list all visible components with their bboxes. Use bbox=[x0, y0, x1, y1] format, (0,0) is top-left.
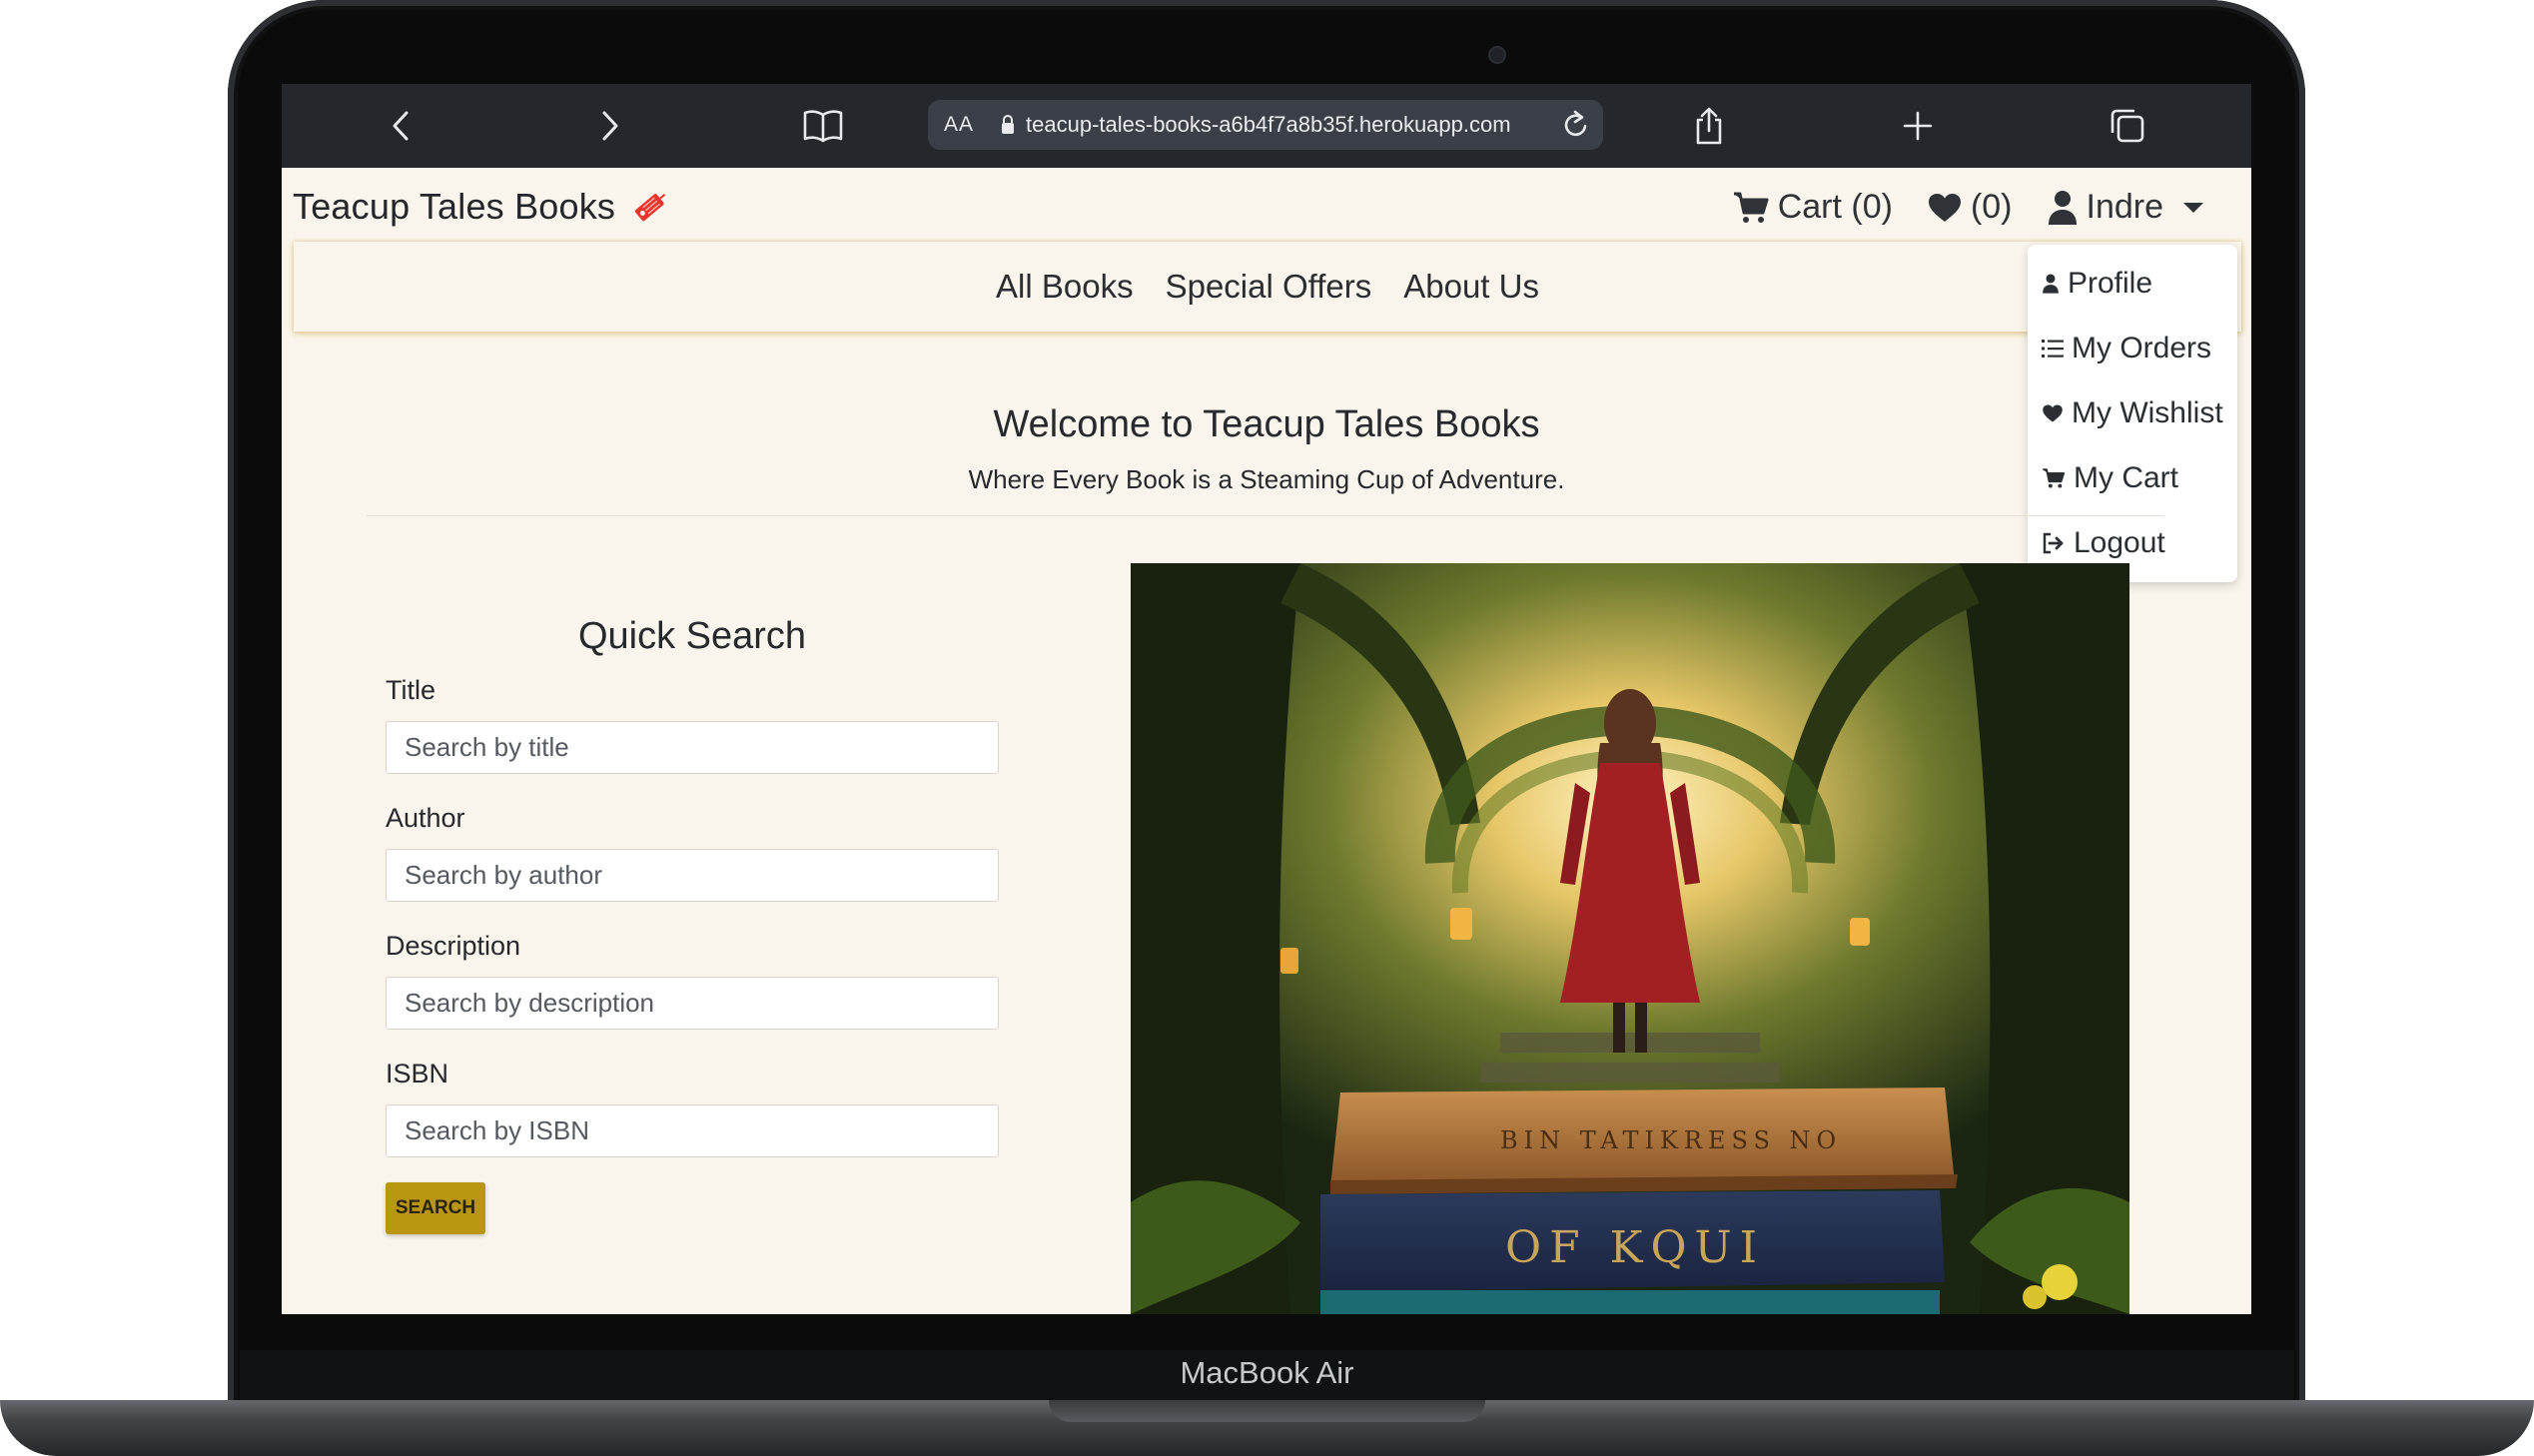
forward-button[interactable] bbox=[585, 102, 633, 150]
back-button[interactable] bbox=[378, 102, 425, 150]
quick-search-title: Quick Search bbox=[577, 615, 807, 657]
isbn-label: ISBN bbox=[386, 1059, 449, 1089]
chevron-left-icon bbox=[393, 111, 409, 141]
share-icon bbox=[1696, 107, 1722, 145]
tabs-icon bbox=[2111, 109, 2144, 143]
book-icon bbox=[803, 110, 843, 143]
list-icon bbox=[2042, 340, 2064, 358]
plus-icon bbox=[1903, 111, 1933, 141]
menu-item-label: My Orders bbox=[2072, 332, 2212, 364]
main-nav: All Books Special Offers About Us bbox=[294, 242, 2241, 332]
caret-down-icon bbox=[2183, 202, 2203, 213]
wishlist-count: (0) bbox=[1970, 188, 2013, 226]
isbn-search-input[interactable] bbox=[386, 1104, 999, 1157]
nav-special-offers[interactable]: Special Offers bbox=[1166, 268, 1372, 306]
menu-item-profile[interactable]: Profile bbox=[2042, 267, 2152, 301]
menu-item-logout[interactable]: Logout bbox=[2042, 526, 2165, 560]
camera bbox=[1488, 46, 1506, 64]
user-icon bbox=[2048, 190, 2077, 225]
tabs-overview-button[interactable] bbox=[2104, 102, 2151, 150]
screen: AA teacup-tales-books-a6b4f7a8b35f.herok… bbox=[282, 84, 2251, 1314]
site-header: Teacup Tales Books Cart (0) (0) Indre bbox=[282, 168, 2251, 248]
title-label: Title bbox=[386, 675, 436, 705]
user-name: Indre bbox=[2086, 188, 2164, 226]
heart-icon bbox=[1928, 193, 1961, 222]
chevron-right-icon bbox=[602, 111, 618, 141]
cart-icon bbox=[1733, 192, 1769, 223]
description-search-input[interactable] bbox=[386, 977, 999, 1030]
menu-item-label: Profile bbox=[2068, 267, 2153, 300]
browser-toolbar: AA teacup-tales-books-a6b4f7a8b35f.herok… bbox=[282, 84, 2251, 168]
cart-label: Cart (0) bbox=[1777, 188, 1893, 226]
section-divider bbox=[367, 515, 2164, 516]
wishlist-link[interactable]: (0) bbox=[1927, 188, 2013, 227]
brand-logo-link[interactable]: Teacup Tales Books bbox=[293, 186, 671, 228]
url-text: teacup-tales-books-a6b4f7a8b35f.herokuap… bbox=[1026, 112, 1511, 137]
cart-link[interactable]: Cart (0) bbox=[1732, 188, 1893, 227]
share-button[interactable] bbox=[1685, 102, 1733, 150]
reload-icon[interactable] bbox=[1561, 109, 1591, 141]
laptop-hinge-notch bbox=[1049, 1400, 1485, 1422]
user-menu-toggle[interactable]: Indre bbox=[2047, 188, 2214, 227]
address-bar[interactable]: AA teacup-tales-books-a6b4f7a8b35f.herok… bbox=[928, 100, 1603, 150]
description-label: Description bbox=[386, 931, 521, 961]
nav-all-books[interactable]: All Books bbox=[996, 268, 1134, 306]
book-spine-text-1: BIN TATIKRESS NO bbox=[1500, 1126, 1842, 1154]
welcome-heading: Welcome to Teacup Tales Books bbox=[993, 403, 1540, 445]
title-search-input[interactable] bbox=[386, 721, 999, 774]
author-label: Author bbox=[386, 803, 465, 833]
logout-icon bbox=[2043, 532, 2064, 554]
hero-illustration: BIN TATIKRESS NO OF KQUI bbox=[1131, 563, 2129, 1314]
header-actions: Cart (0) (0) Indre bbox=[1698, 188, 2213, 227]
bookmarks-button[interactable] bbox=[799, 102, 847, 150]
user-icon bbox=[2043, 274, 2059, 294]
new-tab-button[interactable] bbox=[1894, 102, 1942, 150]
text-size-button[interactable]: AA bbox=[944, 113, 974, 137]
teabag-tag-icon bbox=[629, 186, 671, 228]
nav-about-us[interactable]: About Us bbox=[1403, 268, 1539, 306]
author-search-input[interactable] bbox=[386, 849, 999, 902]
menu-item-my-orders[interactable]: My Orders bbox=[2042, 332, 2211, 365]
device-model-label: MacBook Air bbox=[1180, 1355, 1354, 1390]
search-button[interactable]: SEARCH bbox=[386, 1182, 485, 1234]
welcome-tagline: Where Every Book is a Steaming Cup of Ad… bbox=[968, 464, 1565, 494]
brand-name: Teacup Tales Books bbox=[293, 186, 616, 227]
menu-item-label: Logout bbox=[2074, 526, 2165, 559]
book-spine-text-2: OF KQUI bbox=[1505, 1222, 1765, 1273]
lock-icon bbox=[1000, 114, 1016, 136]
